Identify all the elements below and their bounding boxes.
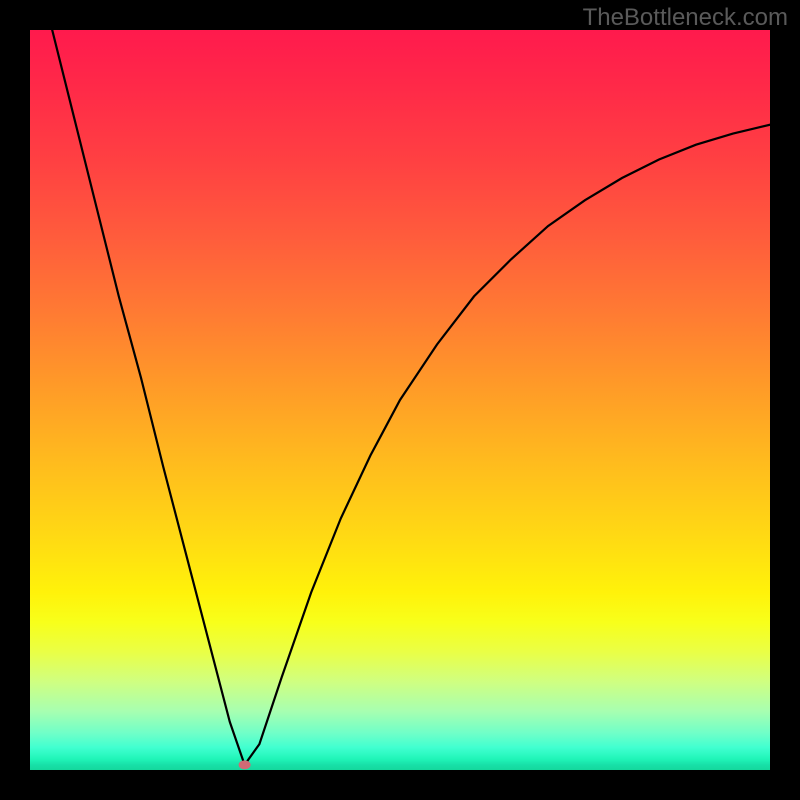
- curve-svg: [30, 30, 770, 770]
- bottleneck-curve: [52, 30, 770, 765]
- minimum-marker: [239, 760, 251, 769]
- watermark-text: TheBottleneck.com: [583, 4, 788, 32]
- plot-area: [30, 30, 770, 770]
- chart-container: TheBottleneck.com: [0, 0, 800, 800]
